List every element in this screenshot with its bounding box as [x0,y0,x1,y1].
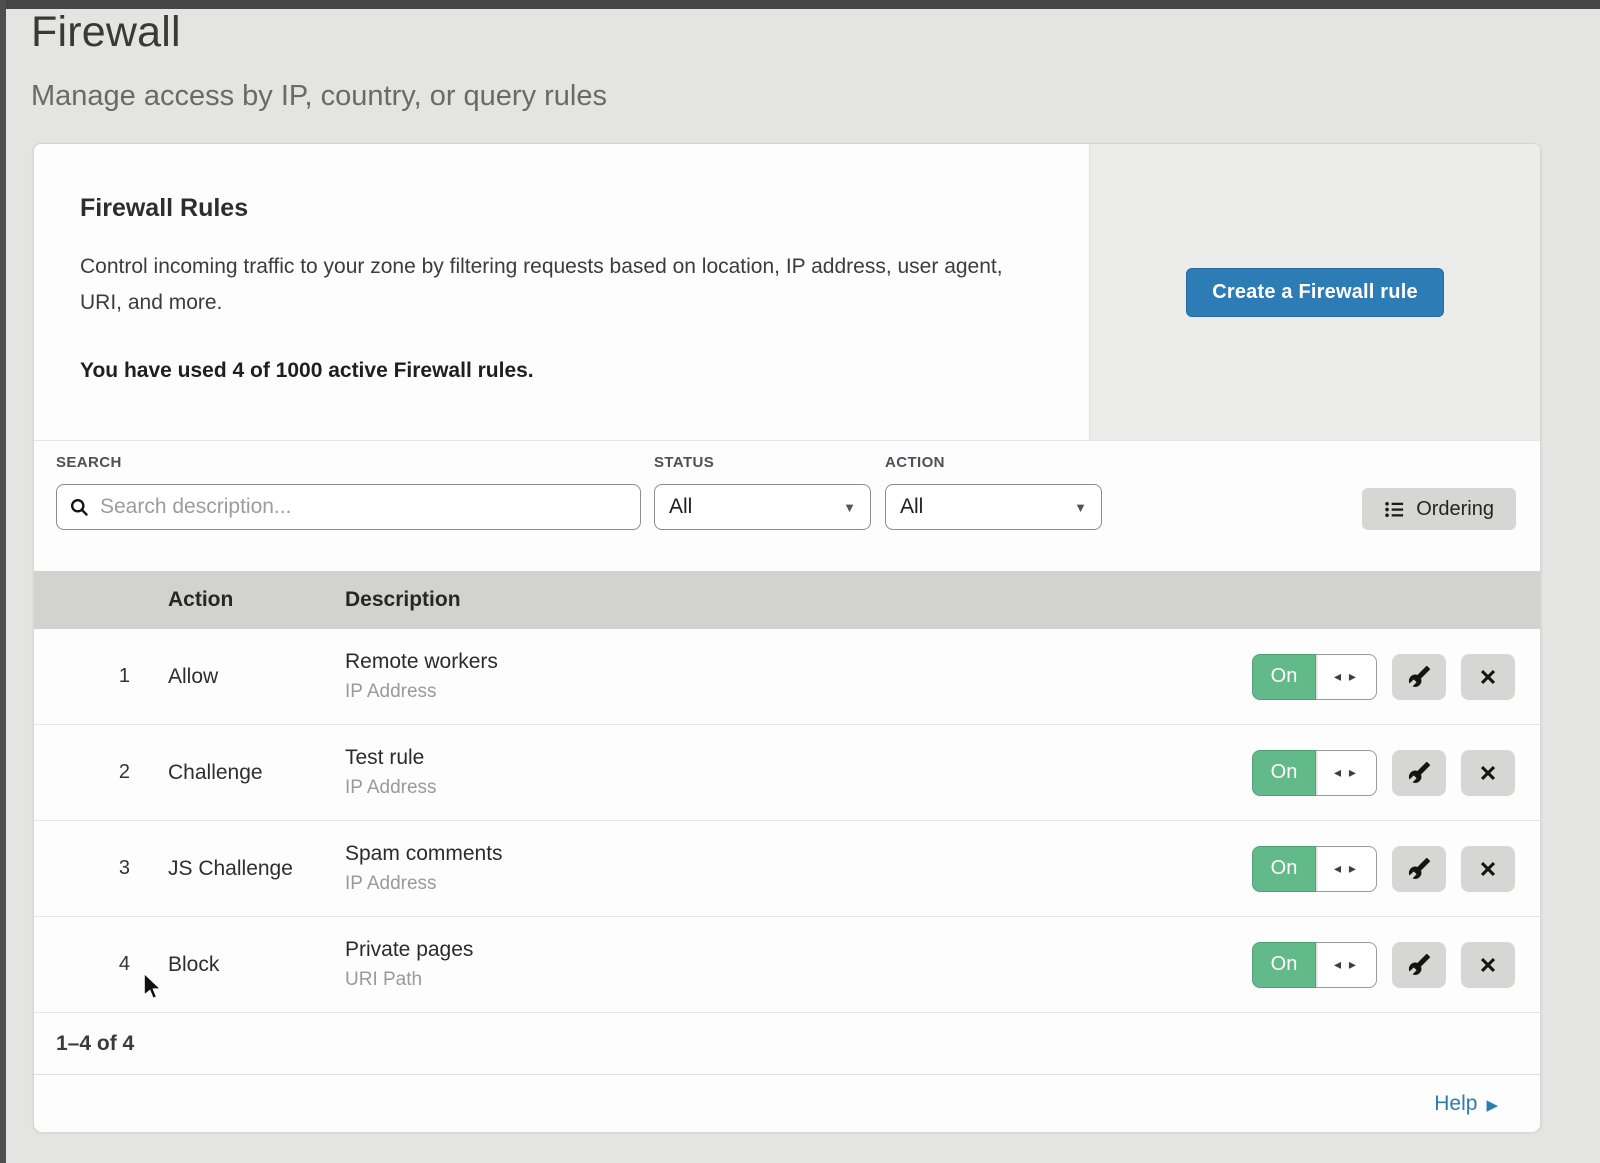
toggle-handle-icon: ◂ ▸ [1316,750,1377,796]
toggle-handle-icon: ◂ ▸ [1316,654,1377,700]
page-subtitle: Manage access by IP, country, or query r… [31,80,607,113]
action-filter-group: ACTION All ▼ [885,454,1102,530]
rule-action: Block [168,953,345,977]
page-title: Firewall [31,8,181,57]
rule-priority: 2 [34,761,168,784]
caret-down-icon: ▼ [843,500,856,515]
search-box[interactable] [56,484,641,530]
usage-note: You have used 4 of 1000 active Firewall … [80,359,1040,383]
toggle-handle-icon: ◂ ▸ [1316,942,1377,988]
window-edge-left [0,0,6,1163]
rule-row: 1 Allow Remote workers IP Address On ◂ ▸ [34,629,1540,725]
rule-description: Test rule [345,746,1252,770]
help-row: Help ▶ [34,1075,1540,1132]
ordering-button-label: Ordering [1416,498,1494,521]
delete-rule-button[interactable] [1461,942,1515,988]
rule-toggle[interactable]: On ◂ ▸ [1252,654,1377,700]
rule-controls: On ◂ ▸ [1252,846,1540,892]
action-label: ACTION [885,454,1102,471]
rule-action: JS Challenge [168,857,345,881]
wrench-icon [1408,857,1431,880]
delete-rule-button[interactable] [1461,846,1515,892]
window-edge-top [0,0,1600,9]
filters-bar: SEARCH STATUS All ▼ ACTION All ▼ [34,441,1540,571]
status-select[interactable]: All ▼ [654,484,871,530]
rule-match-type: URI Path [345,969,1252,991]
status-label: STATUS [654,454,871,471]
wrench-icon [1408,953,1431,976]
edit-rule-button[interactable] [1392,654,1446,700]
rule-row: 3 JS Challenge Spam comments IP Address … [34,821,1540,917]
search-label: SEARCH [56,454,641,471]
caret-down-icon: ▼ [1074,500,1087,515]
rule-toggle[interactable]: On ◂ ▸ [1252,750,1377,796]
firewall-rules-card: Firewall Rules Control incoming traffic … [33,143,1541,1132]
rule-row: 4 Block Private pages URI Path On ◂ ▸ [34,917,1540,1013]
search-filter-group: SEARCH [56,454,641,530]
action-select[interactable]: All ▼ [885,484,1102,530]
table-header: Action Description [34,571,1540,629]
toggle-state-label: On [1252,750,1316,796]
toggle-state-label: On [1252,942,1316,988]
toggle-state-label: On [1252,846,1316,892]
rule-description: Spam comments [345,842,1252,866]
create-rule-panel: Create a Firewall rule [1089,144,1540,441]
rule-description: Private pages [345,938,1252,962]
rule-priority: 3 [34,857,168,880]
column-header-action: Action [168,588,345,612]
close-icon [1477,858,1499,880]
intro-text: Firewall Rules Control incoming traffic … [80,194,1040,383]
rule-match-type: IP Address [345,681,1252,703]
action-select-value: All [900,495,923,519]
status-select-value: All [669,495,692,519]
pagination-bar: 1–4 of 4 [34,1013,1540,1075]
close-icon [1477,762,1499,784]
close-icon [1477,666,1499,688]
rule-row: 2 Challenge Test rule IP Address On ◂ ▸ [34,725,1540,821]
search-input[interactable] [100,495,628,519]
rule-description: Remote workers [345,650,1252,674]
card-heading: Firewall Rules [80,194,1040,223]
edit-rule-button[interactable] [1392,750,1446,796]
wrench-icon [1408,761,1431,784]
rule-description-cell: Spam comments IP Address [345,842,1252,895]
edit-rule-button[interactable] [1392,846,1446,892]
status-filter-group: STATUS All ▼ [654,454,871,530]
wrench-icon [1408,665,1431,688]
rule-action: Challenge [168,761,345,785]
rule-toggle[interactable]: On ◂ ▸ [1252,846,1377,892]
rule-description-cell: Private pages URI Path [345,938,1252,991]
edit-rule-button[interactable] [1392,942,1446,988]
rule-controls: On ◂ ▸ [1252,942,1540,988]
rule-controls: On ◂ ▸ [1252,750,1540,796]
help-link-label: Help [1434,1092,1477,1116]
ordering-button[interactable]: Ordering [1362,488,1516,530]
rule-controls: On ◂ ▸ [1252,654,1540,700]
rule-description-cell: Remote workers IP Address [345,650,1252,703]
search-icon [69,497,90,518]
help-arrow-icon: ▶ [1486,1094,1498,1114]
rule-match-type: IP Address [345,777,1252,799]
create-firewall-rule-button[interactable]: Create a Firewall rule [1186,268,1444,317]
ordering-list-icon [1384,499,1405,520]
help-link[interactable]: Help ▶ [1434,1092,1498,1116]
toggle-state-label: On [1252,654,1316,700]
delete-rule-button[interactable] [1461,654,1515,700]
rule-description-cell: Test rule IP Address [345,746,1252,799]
intro-section: Firewall Rules Control incoming traffic … [34,144,1540,441]
rule-action: Allow [168,665,345,689]
pagination-range: 1–4 of 4 [56,1032,134,1056]
card-description: Control incoming traffic to your zone by… [80,249,1032,321]
rule-toggle[interactable]: On ◂ ▸ [1252,942,1377,988]
rule-match-type: IP Address [345,873,1252,895]
column-header-description: Description [345,588,461,612]
close-icon [1477,954,1499,976]
mouse-cursor-icon [142,973,168,1003]
toggle-handle-icon: ◂ ▸ [1316,846,1377,892]
delete-rule-button[interactable] [1461,750,1515,796]
rule-priority: 1 [34,665,168,688]
